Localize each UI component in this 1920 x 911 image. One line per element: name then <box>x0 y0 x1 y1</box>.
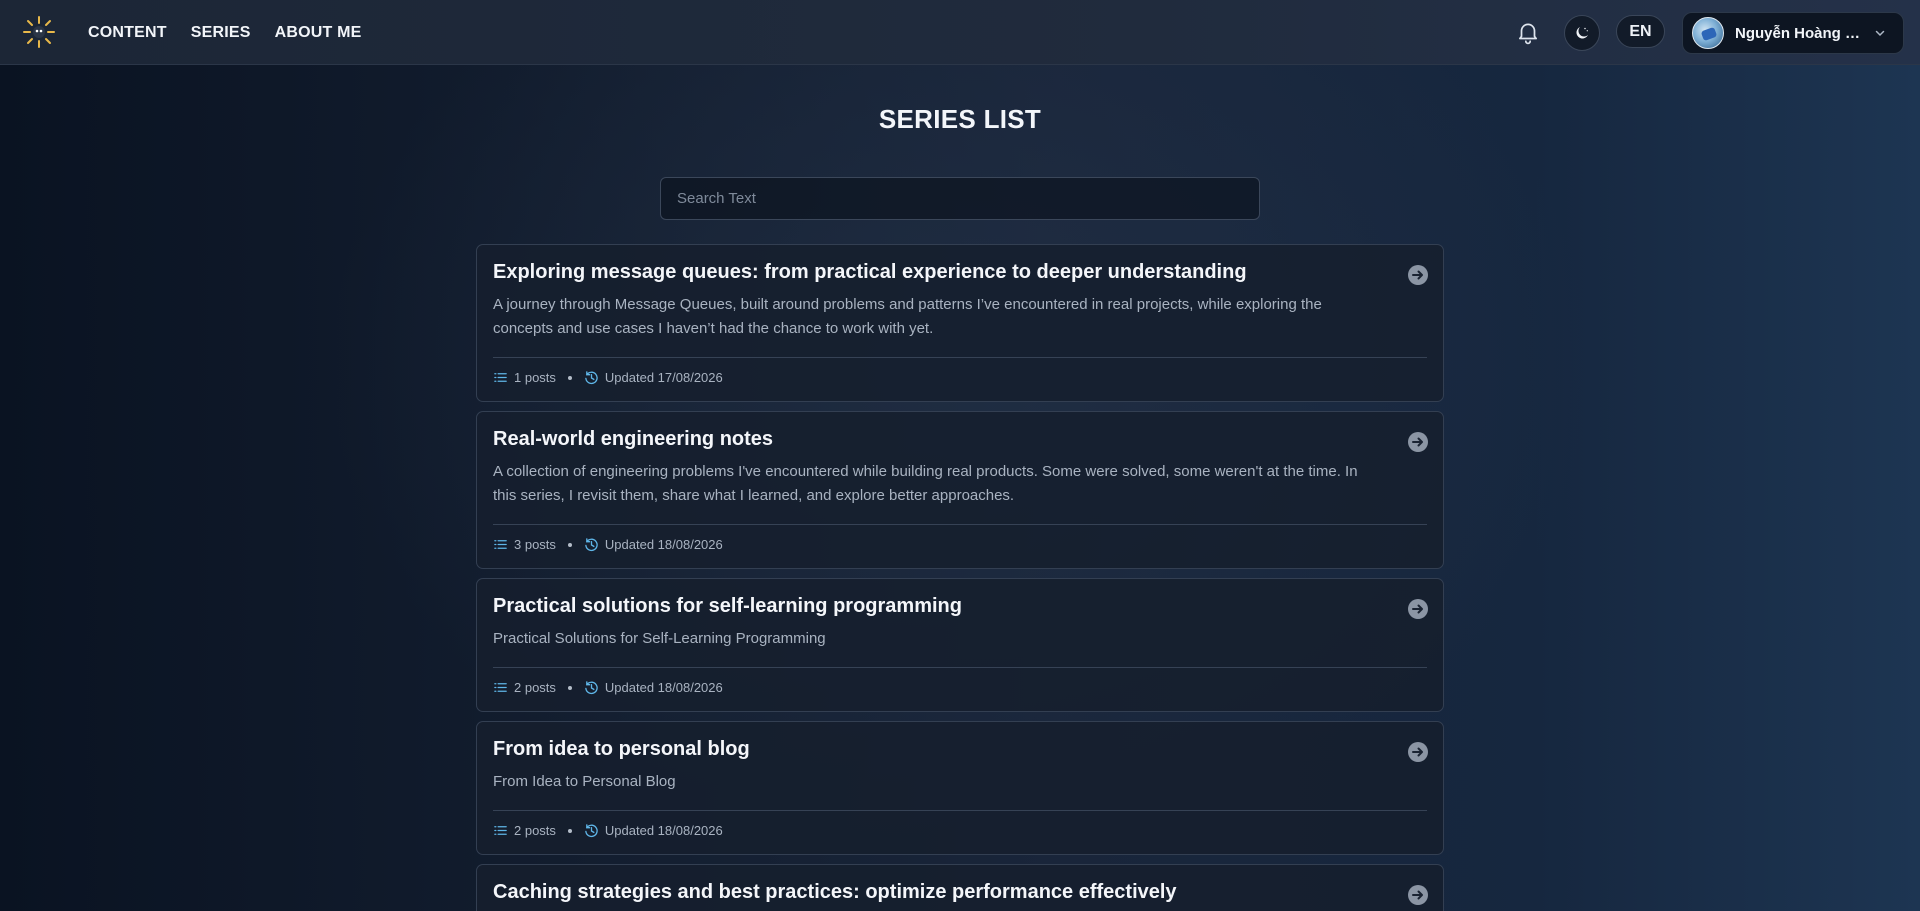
series-meta: 2 posts Updated 18/08/2026 <box>493 823 723 838</box>
history-clock-icon <box>585 538 598 552</box>
post-count: 2 posts <box>514 680 556 695</box>
arrow-right-circle-icon[interactable] <box>1407 431 1429 453</box>
series-meta: 2 posts Updated 18/08/2026 <box>493 680 723 695</box>
top-navbar: CONTENT SERIES ABOUT ME EN Nguyễn Hoàng … <box>0 0 1920 65</box>
list-icon <box>494 683 507 692</box>
arrow-right-circle-icon[interactable] <box>1407 741 1429 763</box>
post-count: 3 posts <box>514 537 556 552</box>
history-clock-icon <box>585 681 598 695</box>
list-icon <box>494 826 507 835</box>
list-icon <box>494 540 507 549</box>
theme-toggle-button[interactable] <box>1564 15 1600 51</box>
series-card[interactable]: Caching strategies and best practices: o… <box>476 864 1444 911</box>
series-card[interactable]: Practical solutions for self-learning pr… <box>476 578 1444 712</box>
card-divider <box>493 524 1427 525</box>
main-nav: CONTENT SERIES ABOUT ME <box>88 0 362 65</box>
card-divider <box>493 667 1427 668</box>
series-meta: 1 posts Updated 17/08/2026 <box>493 370 723 385</box>
avatar <box>1692 17 1724 49</box>
series-title[interactable]: Practical solutions for self-learning pr… <box>493 595 962 618</box>
separator-dot <box>567 828 572 833</box>
list-icon <box>494 373 507 382</box>
card-divider <box>493 810 1427 811</box>
separator-dot <box>567 685 572 690</box>
notification-bell-icon[interactable] <box>1515 19 1541 45</box>
series-description: A journey through Message Queues, built … <box>493 296 1322 337</box>
updated-date: Updated 18/08/2026 <box>604 537 723 552</box>
series-title[interactable]: Exploring message queues: from practical… <box>493 261 1247 284</box>
user-name: Nguyễn Hoàng L... <box>1735 24 1861 42</box>
separator-dot <box>567 542 572 547</box>
history-clock-icon <box>585 824 598 838</box>
series-description: A collection of engineering problems I'v… <box>493 463 1358 504</box>
series-title[interactable]: Real-world engineering notes <box>493 428 773 451</box>
history-clock-icon <box>585 371 598 385</box>
updated-date: Updated 18/08/2026 <box>604 823 723 838</box>
page-title: SERIES LIST <box>878 104 1042 134</box>
series-card[interactable]: Real-world engineering notes A collectio… <box>476 411 1444 569</box>
search-input[interactable] <box>660 177 1260 220</box>
moon-icon <box>1576 27 1588 39</box>
post-count: 2 posts <box>514 823 556 838</box>
series-description: From Idea to Personal Blog <box>493 773 676 790</box>
arrow-right-circle-icon[interactable] <box>1407 264 1429 286</box>
language-switch-button[interactable]: EN <box>1616 15 1665 48</box>
arrow-right-circle-icon[interactable] <box>1407 884 1429 906</box>
series-card[interactable]: Exploring message queues: from practical… <box>476 244 1444 402</box>
separator-dot <box>567 375 572 380</box>
post-count: 1 posts <box>514 370 556 385</box>
series-meta: 3 posts Updated 18/08/2026 <box>493 537 723 552</box>
nav-series-link[interactable]: SERIES <box>191 24 251 42</box>
series-description: Practical Solutions for Self-Learning Pr… <box>493 630 826 647</box>
series-title[interactable]: Caching strategies and best practices: o… <box>493 881 1177 904</box>
chevron-down-icon <box>1875 30 1885 37</box>
arrow-right-circle-icon[interactable] <box>1407 598 1429 620</box>
updated-date: Updated 18/08/2026 <box>604 680 723 695</box>
site-logo-icon[interactable] <box>21 15 57 49</box>
nav-content-link[interactable]: CONTENT <box>88 24 167 42</box>
series-card[interactable]: From idea to personal blog From Idea to … <box>476 721 1444 855</box>
nav-about-link[interactable]: ABOUT ME <box>275 24 362 42</box>
updated-date: Updated 17/08/2026 <box>604 370 723 385</box>
card-divider <box>493 357 1427 358</box>
user-menu-button[interactable]: Nguyễn Hoàng L... <box>1682 12 1904 54</box>
series-title[interactable]: From idea to personal blog <box>493 738 750 761</box>
